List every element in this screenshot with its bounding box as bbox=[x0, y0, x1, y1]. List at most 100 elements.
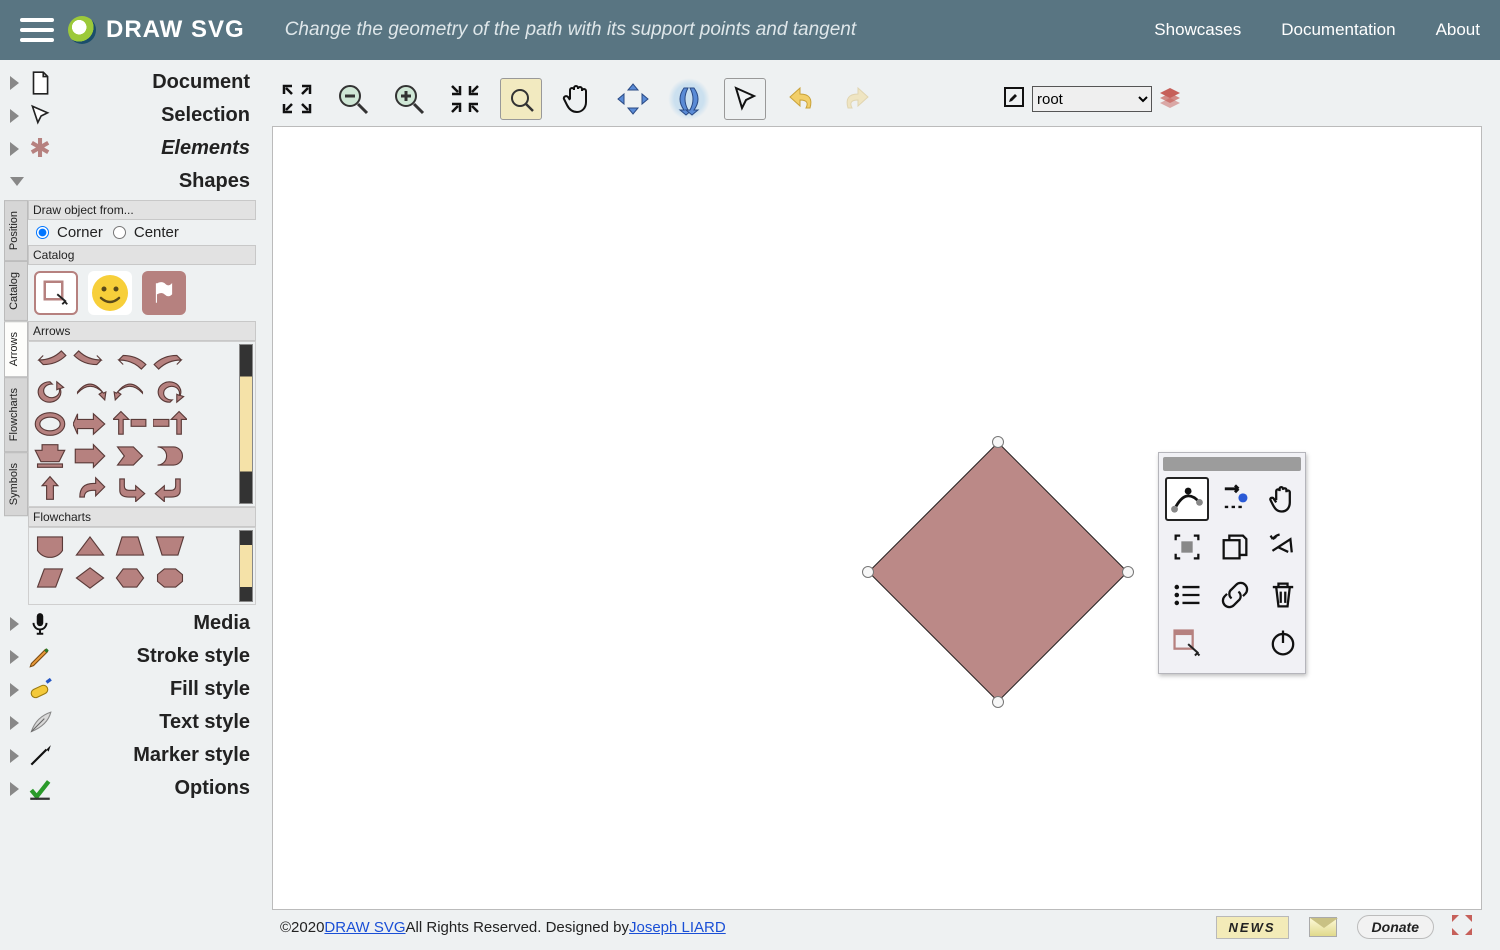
list-button[interactable] bbox=[1165, 573, 1209, 617]
pan-button[interactable] bbox=[556, 78, 598, 120]
arrow-shape[interactable] bbox=[33, 410, 67, 438]
delete-button[interactable] bbox=[1261, 573, 1305, 617]
move-button[interactable] bbox=[612, 78, 654, 120]
sidebar-options[interactable]: Options bbox=[4, 772, 256, 805]
vtab-arrows[interactable]: Arrows bbox=[4, 321, 28, 377]
resize-handle-left[interactable] bbox=[862, 566, 874, 578]
arrows-scrollbar[interactable] bbox=[239, 344, 253, 504]
nav-documentation[interactable]: Documentation bbox=[1281, 20, 1395, 40]
arrow-shape[interactable] bbox=[33, 474, 67, 502]
canvas[interactable] bbox=[272, 126, 1482, 910]
flow-shape[interactable] bbox=[33, 564, 67, 592]
flow-shape[interactable] bbox=[153, 532, 187, 560]
redo-button[interactable] bbox=[836, 78, 878, 120]
arrow-shape[interactable] bbox=[113, 378, 147, 406]
flow-shape[interactable] bbox=[73, 564, 107, 592]
arrow-shape[interactable] bbox=[153, 346, 187, 374]
arrow-shape[interactable] bbox=[33, 442, 67, 470]
context-drag-handle[interactable] bbox=[1163, 457, 1301, 471]
zoom-in-button[interactable] bbox=[388, 78, 430, 120]
nav-showcases[interactable]: Showcases bbox=[1154, 20, 1241, 40]
insert-shape-button[interactable] bbox=[1165, 621, 1209, 665]
collapse-button[interactable] bbox=[444, 78, 486, 120]
arrow-shape[interactable] bbox=[73, 442, 107, 470]
fit-screen-button[interactable] bbox=[276, 78, 318, 120]
header-nav: Showcases Documentation About bbox=[1154, 20, 1480, 40]
arrow-shape[interactable] bbox=[113, 410, 147, 438]
context-toolbox[interactable] bbox=[1158, 452, 1306, 674]
rotate-text-button[interactable] bbox=[1261, 525, 1305, 569]
flow-scrollbar[interactable] bbox=[239, 530, 253, 602]
arrow-shape[interactable] bbox=[33, 378, 67, 406]
link-button[interactable] bbox=[1213, 573, 1257, 617]
arrow-shape[interactable] bbox=[153, 474, 187, 502]
news-button[interactable]: NEWS bbox=[1216, 916, 1289, 939]
sidebar-media[interactable]: Media bbox=[4, 607, 256, 640]
arrow-shape[interactable] bbox=[153, 410, 187, 438]
fullscreen-icon[interactable] bbox=[1450, 913, 1474, 941]
catalog-insert-button[interactable] bbox=[34, 271, 78, 315]
logo-icon[interactable] bbox=[68, 16, 96, 44]
copy-button[interactable] bbox=[1213, 525, 1257, 569]
sidebar-text-style[interactable]: Text style bbox=[4, 706, 256, 739]
radio-corner[interactable] bbox=[36, 226, 49, 239]
arrow-shape[interactable] bbox=[153, 378, 187, 406]
nav-about[interactable]: About bbox=[1436, 20, 1480, 40]
flow-shape[interactable] bbox=[153, 564, 187, 592]
root-select[interactable]: root bbox=[1032, 86, 1152, 112]
flow-shape[interactable] bbox=[33, 532, 67, 560]
feather-icon bbox=[27, 710, 53, 736]
footer-mid: All Rights Reserved. Designed by bbox=[406, 919, 629, 936]
footer-link-author[interactable]: Joseph LIARD bbox=[629, 919, 726, 936]
blank-cell bbox=[1213, 621, 1257, 665]
catalog-emoji-button[interactable] bbox=[88, 271, 132, 315]
vtab-flowcharts[interactable]: Flowcharts bbox=[4, 377, 28, 452]
selected-diamond-shape[interactable] bbox=[868, 442, 1128, 702]
sidebar-stroke-style[interactable]: Stroke style bbox=[4, 640, 256, 673]
catalog-flag-button[interactable] bbox=[142, 271, 186, 315]
zoom-area-button[interactable] bbox=[500, 78, 542, 120]
select-button[interactable] bbox=[724, 78, 766, 120]
sidebar-shapes[interactable]: Shapes bbox=[4, 165, 256, 198]
vtab-symbols[interactable]: Symbols bbox=[4, 452, 28, 516]
arrow-shape[interactable] bbox=[113, 442, 147, 470]
arrow-shape[interactable] bbox=[73, 346, 107, 374]
sidebar-marker-style[interactable]: Marker style bbox=[4, 739, 256, 772]
menu-icon[interactable] bbox=[20, 13, 54, 47]
footer-link-drawsvg[interactable]: DRAW SVG bbox=[324, 919, 405, 936]
undo-button[interactable] bbox=[780, 78, 822, 120]
arrow-shape[interactable] bbox=[73, 410, 107, 438]
vtab-position[interactable]: Position bbox=[4, 200, 28, 261]
edit-icon[interactable] bbox=[1002, 85, 1026, 114]
vtab-catalog[interactable]: Catalog bbox=[4, 261, 28, 321]
arrow-shape[interactable] bbox=[113, 474, 147, 502]
resize-handle-right[interactable] bbox=[1122, 566, 1134, 578]
sidebar-selection[interactable]: Selection bbox=[4, 99, 256, 132]
sidebar-fill-style[interactable]: Fill style bbox=[4, 673, 256, 706]
arrow-shape[interactable] bbox=[113, 346, 147, 374]
arrow-shape[interactable] bbox=[73, 378, 107, 406]
sidebar-document[interactable]: Document bbox=[4, 66, 256, 99]
donate-button[interactable]: Donate bbox=[1357, 915, 1434, 939]
arrow-shape[interactable] bbox=[33, 346, 67, 374]
hand-button[interactable] bbox=[1261, 477, 1305, 521]
arrow-shape[interactable] bbox=[73, 474, 107, 502]
flow-shape[interactable] bbox=[73, 532, 107, 560]
layers-icon[interactable] bbox=[1158, 85, 1182, 114]
zoom-out-button[interactable] bbox=[332, 78, 374, 120]
move-point-button[interactable] bbox=[1213, 477, 1257, 521]
edit-path-button[interactable] bbox=[1165, 477, 1209, 521]
arrow-shape[interactable] bbox=[153, 442, 187, 470]
sidebar-item-label: Stroke style bbox=[61, 645, 256, 668]
resize-handle-top[interactable] bbox=[992, 436, 1004, 448]
power-button[interactable] bbox=[1261, 621, 1305, 665]
sidebar-elements[interactable]: ✱ Elements bbox=[4, 132, 256, 165]
app-header: DRAW SVG Change the geometry of the path… bbox=[0, 0, 1500, 60]
radio-center[interactable] bbox=[113, 226, 126, 239]
select-bounds-button[interactable] bbox=[1165, 525, 1209, 569]
flip-button[interactable] bbox=[668, 78, 710, 120]
flow-shape[interactable] bbox=[113, 532, 147, 560]
resize-handle-bottom[interactable] bbox=[992, 696, 1004, 708]
flow-shape[interactable] bbox=[113, 564, 147, 592]
mail-icon[interactable] bbox=[1309, 917, 1337, 937]
